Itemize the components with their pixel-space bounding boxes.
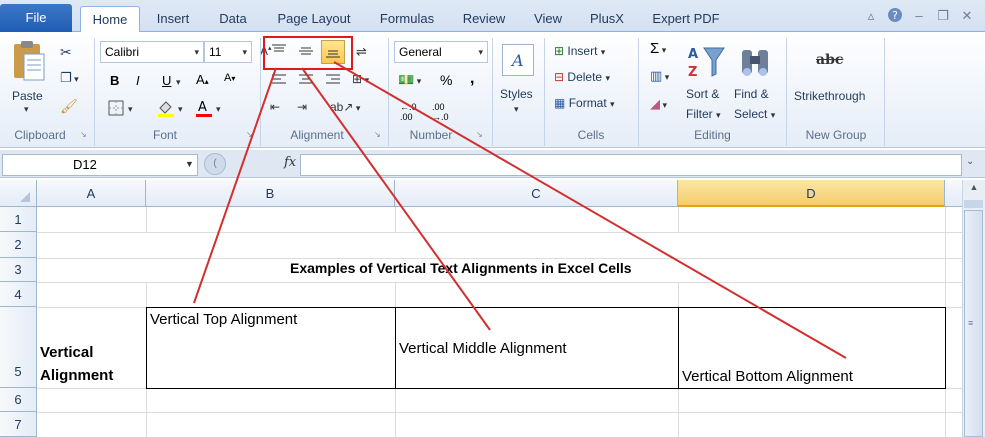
arrow-to-top-alignment xyxy=(193,67,277,304)
annotation-arrows xyxy=(193,61,847,359)
arrow-to-middle-alignment xyxy=(301,67,491,331)
arrow-to-bottom-alignment xyxy=(333,61,847,359)
